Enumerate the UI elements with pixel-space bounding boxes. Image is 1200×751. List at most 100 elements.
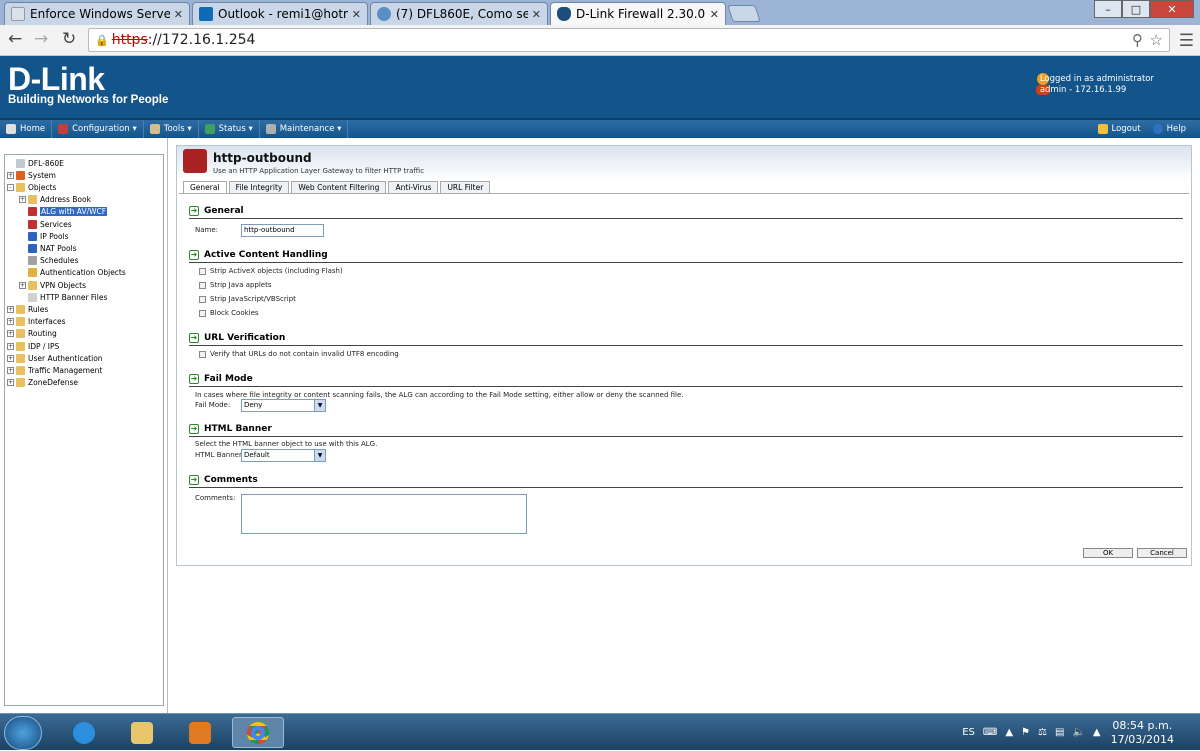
strip-java-checkbox[interactable] <box>199 282 206 289</box>
expand-collapse-icon[interactable]: + <box>7 171 14 179</box>
menu-help[interactable]: Help <box>1147 120 1192 138</box>
close-tab-icon[interactable]: ✕ <box>532 8 541 21</box>
expand-collapse-icon[interactable]: + <box>7 330 14 338</box>
page-favicon-icon <box>11 7 25 21</box>
cancel-button[interactable]: Cancel <box>1137 548 1187 558</box>
expand-collapse-icon[interactable]: + <box>7 342 14 350</box>
volume-icon[interactable]: 🔈 <box>1072 727 1084 738</box>
tree-node[interactable]: + IDP / IPS <box>7 340 59 352</box>
menu-status[interactable]: Status ▾ <box>199 120 260 138</box>
expand-collapse-icon[interactable]: - <box>7 183 14 191</box>
menu-maintenance[interactable]: Maintenance ▾ <box>260 120 349 138</box>
device-icon[interactable]: ⚖ <box>1038 727 1047 738</box>
tab-forum[interactable]: (7) DFL860E, Como se con… ✕ <box>370 2 548 25</box>
block-cookies-checkbox[interactable] <box>199 310 206 317</box>
start-button[interactable] <box>4 716 42 750</box>
bookmark-star-icon[interactable]: ☆ <box>1150 31 1163 49</box>
keyboard-icon[interactable]: ⌨ <box>983 727 997 738</box>
language-indicator[interactable]: ES <box>962 727 975 738</box>
expand-collapse-icon[interactable]: + <box>7 305 14 313</box>
chrome-menu-icon[interactable]: ☰ <box>1179 31 1194 51</box>
drive-icon[interactable]: ▲ <box>1093 727 1101 738</box>
forward-arrow-icon[interactable]: → <box>34 29 48 49</box>
tree-node-icon <box>16 341 25 351</box>
clock[interactable]: 08:54 p.m. 17/03/2014 <box>1111 719 1174 747</box>
expand-collapse-icon[interactable]: + <box>19 196 26 204</box>
menu-configuration[interactable]: Configuration ▾ <box>52 120 144 138</box>
tree-node[interactable]: + System <box>7 169 56 181</box>
reload-icon[interactable]: ↻ <box>62 29 76 49</box>
expand-collapse-icon[interactable]: + <box>7 354 14 362</box>
tree-node[interactable]: IP Pools <box>19 230 69 242</box>
tree-node[interactable]: + Address Book <box>19 194 91 206</box>
tree-node-label: HTTP Banner Files <box>40 292 108 302</box>
flag-icon[interactable]: ⚑ <box>1021 727 1030 738</box>
zoom-icon[interactable]: ⚲ <box>1132 31 1143 49</box>
tree-node-label: ZoneDefense <box>28 378 79 388</box>
tree-node[interactable]: HTTP Banner Files <box>19 291 107 303</box>
name-input[interactable]: http-outbound <box>241 224 324 237</box>
login-user: Logged in as administrator <box>1039 74 1154 84</box>
tree-node-icon <box>16 158 25 168</box>
expand-collapse-icon[interactable]: + <box>7 366 14 374</box>
tree-node[interactable]: DFL-860E <box>7 157 64 169</box>
section-title: HTML Banner <box>204 424 272 434</box>
insecure-lock-icon: 🔒 <box>95 33 109 47</box>
close-tab-icon[interactable]: ✕ <box>352 8 361 21</box>
tree-node[interactable]: + Traffic Management <box>7 364 102 376</box>
tab-outlook[interactable]: Outlook - remi1@hotmail… ✕ <box>192 2 368 25</box>
tray-expand-icon[interactable]: ▲ <box>1005 727 1013 738</box>
strip-javascript-checkbox[interactable] <box>199 296 206 303</box>
tree-node[interactable]: ALG with AV/WCF <box>19 206 108 218</box>
taskbar-file-explorer[interactable] <box>116 717 168 748</box>
expand-collapse-icon[interactable]: + <box>19 281 26 289</box>
back-arrow-icon[interactable]: ← <box>8 29 22 49</box>
maximize-button[interactable]: □ <box>1122 0 1150 18</box>
tab-dlink-firewall[interactable]: D-Link Firewall 2.30.01 ✕ <box>550 2 726 25</box>
close-tab-icon[interactable]: ✕ <box>174 8 183 21</box>
logo-tagline: Building Networks for People <box>8 94 169 106</box>
tree-node[interactable]: + Routing <box>7 328 57 340</box>
expand-collapse-icon[interactable]: + <box>7 379 14 387</box>
new-tab-button[interactable] <box>727 5 761 22</box>
menu-logout[interactable]: Logout <box>1092 120 1147 138</box>
strip-activex-checkbox[interactable] <box>199 268 206 275</box>
media-player-icon <box>189 721 211 744</box>
taskbar-chrome[interactable] <box>232 717 284 748</box>
tab-anti-virus[interactable]: Anti-Virus <box>388 181 439 193</box>
taskbar-internet-explorer[interactable] <box>58 717 110 748</box>
network-icon[interactable]: ▤ <box>1055 727 1064 738</box>
close-window-button[interactable]: ✕ <box>1150 0 1194 18</box>
menu-home[interactable]: Home <box>0 120 53 138</box>
ok-button[interactable]: OK <box>1083 548 1133 558</box>
verify-utf8-checkbox[interactable] <box>199 351 206 358</box>
tab-file-integrity[interactable]: File Integrity <box>228 181 290 193</box>
tab-web-content-filtering[interactable]: Web Content Filtering <box>291 181 387 193</box>
fail-mode-select[interactable]: Deny ▼ <box>241 399 326 412</box>
tree-node[interactable]: + ZoneDefense <box>7 377 78 389</box>
tree-node[interactable]: Schedules <box>19 255 78 267</box>
tab-enforce[interactable]: Enforce Windows Server 2… ✕ <box>4 2 190 25</box>
tree-node[interactable]: Authentication Objects <box>19 267 126 279</box>
tree-node-icon <box>28 256 37 266</box>
tree-node-icon <box>28 195 37 205</box>
tree-node[interactable]: Services <box>19 218 72 230</box>
url-input[interactable]: 🔒 https ://172.16.1.254 ⚲ ☆ <box>88 28 1170 52</box>
expand-collapse-icon[interactable]: + <box>7 318 14 326</box>
section-arrow-icon: ➜ <box>189 374 199 384</box>
tab-general[interactable]: General <box>183 181 227 193</box>
minimize-button[interactable]: – <box>1094 0 1122 18</box>
tree-node[interactable]: - Objects <box>7 181 56 193</box>
page-subtitle: Use an HTTP Application Layer Gateway to… <box>213 167 425 175</box>
close-tab-icon[interactable]: ✕ <box>710 8 719 21</box>
tree-node[interactable]: + Interfaces <box>7 316 66 328</box>
taskbar-media-player[interactable] <box>174 717 226 748</box>
html-banner-select[interactable]: Default ▼ <box>241 449 326 462</box>
tree-node[interactable]: + User Authentication <box>7 352 103 364</box>
tree-node[interactable]: NAT Pools <box>19 242 77 254</box>
tree-node[interactable]: + VPN Objects <box>19 279 86 291</box>
tree-node[interactable]: + Rules <box>7 303 48 315</box>
comments-textarea[interactable] <box>241 494 527 534</box>
menu-tools[interactable]: Tools ▾ <box>144 120 199 138</box>
tab-url-filter[interactable]: URL Filter <box>440 181 491 193</box>
